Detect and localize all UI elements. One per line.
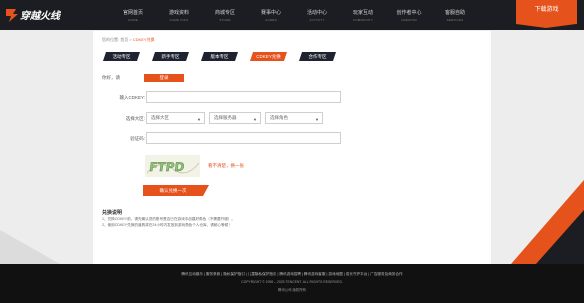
chevron-down-icon: ▼ <box>315 117 319 122</box>
tab-cdkey[interactable]: CDKEY兑换 <box>250 52 287 61</box>
footer-link[interactable]: 服务条款 <box>206 272 220 276</box>
note-item: 2、使用CDKEY兑换的道具将在24小时内发放到游戏角色个人仓库，请耐心等候！ <box>102 223 232 227</box>
footer-link[interactable]: 腾讯互动娱乐 <box>181 272 203 276</box>
copyright-text: COPYRIGHT © 1998 – 2025 TENCENT. ALL RIG… <box>241 280 343 284</box>
role-select[interactable]: 选择角色 ▼ <box>265 112 323 124</box>
tab-version[interactable]: 版本专区 <box>201 52 238 61</box>
server-select[interactable]: 选择服务器 ▼ <box>209 112 261 124</box>
nav-item-games[interactable]: 赛事中心 GAMES <box>248 0 294 30</box>
footer-link[interactable]: 成长守护平台 <box>346 272 368 276</box>
nav-item-creator[interactable]: 创作者中心 CREATOR <box>386 0 432 30</box>
section-tabs: 活动专区 新手专区 版本专区 CDKEY兑换 合作专区 <box>103 52 348 61</box>
region-label: 选择大区: <box>125 116 145 121</box>
nav-item-game-info[interactable]: 游戏资料 GAME INFO <box>156 0 202 30</box>
notes-title: 兑换说明 <box>102 210 123 216</box>
footer-link[interactable]: 游戏地图 <box>328 272 342 276</box>
captcha-image[interactable]: FTPD <box>145 155 200 177</box>
nav-item-community[interactable]: 玩家互动 COMMUNITY <box>340 0 386 30</box>
svg-text:穿越火线: 穿越火线 <box>20 10 62 22</box>
download-game-button[interactable]: 下载游戏 <box>516 0 577 28</box>
tab-activity[interactable]: 活动专区 <box>103 52 140 61</box>
tab-newbie[interactable]: 新手专区 <box>152 52 189 61</box>
greeting-text: 你好，请 <box>102 75 120 80</box>
note-item: 1、兑换CDKEY前，请先确认您的账号是否已在游戏中创建好角色（不需要开服）。 <box>102 217 235 221</box>
captcha-input[interactable] <box>146 132 341 144</box>
footer-links: 腾讯互动娱乐 | 服务条款 | 隐私保护指引 | 儿童隐私保护指引 | 腾讯游戏… <box>181 272 403 276</box>
captcha-label: 验证码: <box>130 136 145 141</box>
decor-left-triangle <box>0 230 60 264</box>
chevron-down-icon: ▼ <box>197 117 201 122</box>
footer: 腾讯互动娱乐 | 服务条款 | 隐私保护指引 | 儿童隐私保护指引 | 腾讯游戏… <box>0 264 584 303</box>
captcha-refresh-link[interactable]: 看不清楚，换一张 <box>208 163 244 169</box>
main-nav: 官网首页 HOME 游戏资料 GAME INFO 商城专区 STORE 赛事中心 GAM… <box>110 0 478 30</box>
breadcrumb-current[interactable]: CDKEY兑换 <box>133 37 155 42</box>
nav-item-store[interactable]: 商城专区 STORE <box>202 0 248 30</box>
svg-text:FTPD: FTPD <box>148 160 185 174</box>
decor-right-triangle <box>511 180 584 264</box>
region-select[interactable]: 选择大区 ▼ <box>146 112 205 124</box>
confirm-exchange-button[interactable]: 确认兑换一次 <box>143 185 209 196</box>
tab-cooperation[interactable]: 合作专区 <box>299 52 336 61</box>
chevron-down-icon: ▼ <box>253 117 257 122</box>
nav-item-services[interactable]: 客服自助 SERVICES <box>432 0 478 30</box>
cdkey-exchange-panel: 您的位置: 首页 > CDKEY兑换 活动专区 新手专区 版本专区 CDKEY兑… <box>93 31 491 264</box>
footer-link[interactable]: 隐私保护指引 <box>223 272 245 276</box>
footer-link[interactable]: 儿童隐私保护指引 <box>248 272 277 276</box>
cdkey-label: 输入CDKEY: <box>119 95 145 100</box>
top-navigation-bar: 穿越火线 官网首页 HOME 游戏资料 GAME INFO 商城专区 STORE 赛事… <box>0 0 584 30</box>
breadcrumb: 您的位置: 首页 > CDKEY兑换 <box>102 37 155 42</box>
footer-link[interactable]: 腾讯游戏招聘 <box>279 272 301 276</box>
company-text: 腾讯公司 版权所有 <box>277 288 307 292</box>
footer-link[interactable]: 腾讯游戏客服 <box>304 272 326 276</box>
nav-item-activity[interactable]: 活动中心 ACTIVITY <box>294 0 340 30</box>
cdkey-input[interactable] <box>146 91 341 103</box>
login-button[interactable]: 登录 <box>144 74 184 82</box>
nav-item-home[interactable]: 官网首页 HOME <box>110 0 156 30</box>
footer-link[interactable]: 广告服务及商务合作 <box>370 272 402 276</box>
crossfire-logo[interactable]: 穿越火线 <box>4 5 74 25</box>
